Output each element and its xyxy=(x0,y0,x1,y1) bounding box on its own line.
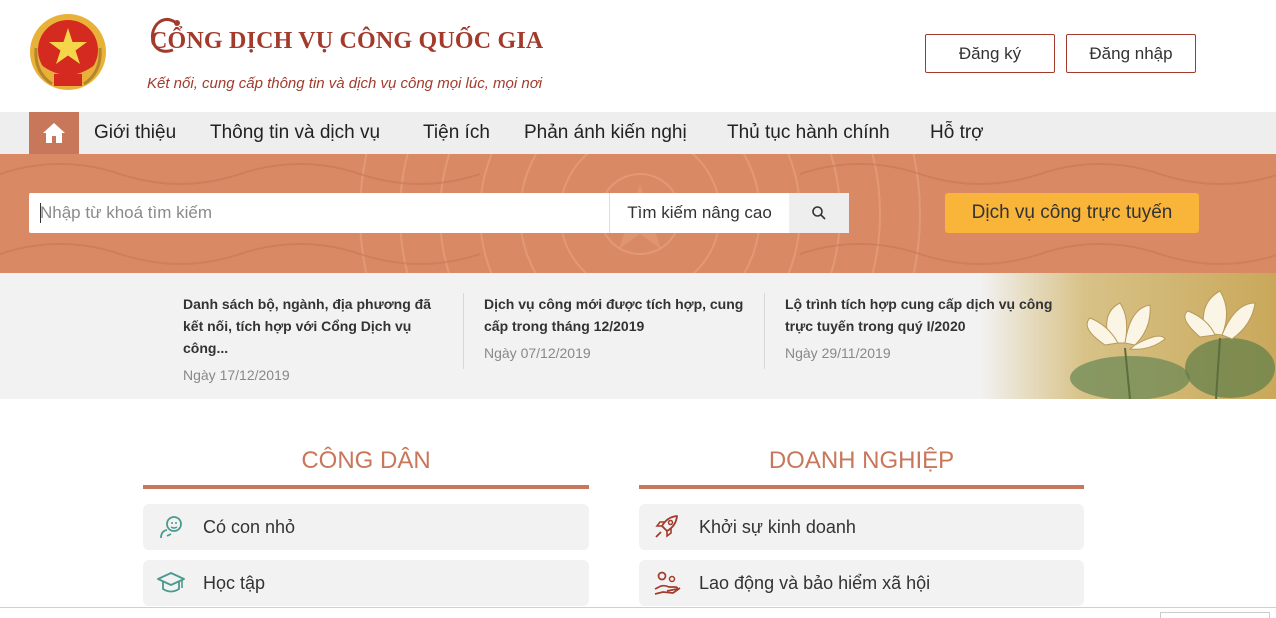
login-button[interactable]: Đăng nhập xyxy=(1066,34,1196,73)
search-banner: Tìm kiếm nâng cao Dịch vụ công trực tuyế… xyxy=(0,154,1276,273)
nav-home-button[interactable] xyxy=(29,112,79,154)
news-title[interactable]: Dịch vụ công mới được tích hợp, cung cấp… xyxy=(484,293,754,337)
card-label: Khởi sự kinh doanh xyxy=(699,517,856,537)
main-nav: Giới thiệu Thông tin và dịch vụ Tiện ích… xyxy=(0,112,1276,154)
citizen-section-title: CÔNG DÂN xyxy=(301,447,431,474)
floating-widget-edge[interactable] xyxy=(1160,612,1270,618)
register-button[interactable]: Đăng ký xyxy=(925,34,1055,73)
search-icon xyxy=(812,206,826,220)
news-date: Ngày 17/12/2019 xyxy=(183,367,290,383)
search-button[interactable] xyxy=(789,193,849,233)
news-title[interactable]: Danh sách bộ, ngành, địa phương đã kết n… xyxy=(183,293,453,359)
site-title: CỔNG DỊCH VỤ CÔNG QUỐC GIA xyxy=(150,28,544,54)
news-date: Ngày 29/11/2019 xyxy=(785,345,891,361)
online-services-button[interactable]: Dịch vụ công trực tuyến xyxy=(945,193,1199,233)
search-box: Tìm kiếm nâng cao xyxy=(29,193,849,233)
news-item[interactable]: Danh sách bộ, ngành, địa phương đã kết n… xyxy=(183,293,453,383)
news-title[interactable]: Lộ trình tích hợp cung cấp dịch vụ công … xyxy=(785,293,1055,337)
site-slogan: Kết nối, cung cấp thông tin và dịch vụ c… xyxy=(147,75,543,92)
citizen-card-co-con-nho[interactable]: Có con nhỏ xyxy=(143,504,589,550)
business-section-rule xyxy=(639,485,1084,489)
card-label: Học tập xyxy=(203,573,266,593)
nav-item-thu-tuc-hanh-chinh[interactable]: Thủ tục hành chính xyxy=(727,112,890,154)
rocket-icon xyxy=(655,515,678,538)
nav-item-gioi-thieu[interactable]: Giới thiệu xyxy=(94,112,176,154)
bottom-divider xyxy=(0,607,1276,608)
nav-item-ho-tro[interactable]: Hỗ trợ xyxy=(930,112,984,154)
site-header: CỔNG DỊCH VỤ CÔNG QUỐC GIA Kết nối, cung… xyxy=(0,0,1276,112)
baby-icon xyxy=(160,516,182,539)
citizen-section-rule xyxy=(143,485,589,489)
business-section-title: DOANH NGHIỆP xyxy=(768,447,955,474)
text-caret xyxy=(40,203,41,223)
news-item[interactable]: Dịch vụ công mới được tích hợp, cung cấp… xyxy=(484,293,754,361)
nav-item-tien-ich[interactable]: Tiện ích xyxy=(423,112,490,154)
business-card-lao-dong-bao-hiem[interactable]: Lao động và bảo hiểm xã hội xyxy=(639,560,1084,606)
news-divider xyxy=(463,293,464,369)
business-card-khoi-su-kinh-doanh[interactable]: Khởi sự kinh doanh xyxy=(639,504,1084,550)
card-label: Có con nhỏ xyxy=(203,517,296,537)
news-divider xyxy=(764,293,765,369)
news-strip: Danh sách bộ, ngành, địa phương đã kết n… xyxy=(0,273,1276,399)
advanced-search-button[interactable]: Tìm kiếm nâng cao xyxy=(609,193,789,233)
nav-item-thong-tin-dich-vu[interactable]: Thông tin và dịch vụ xyxy=(210,112,380,154)
card-label: Lao động và bảo hiểm xã hội xyxy=(699,573,931,593)
nav-item-phan-anh-kien-nghi[interactable]: Phản ánh kiến nghị xyxy=(524,112,687,154)
news-date: Ngày 07/12/2019 xyxy=(484,345,591,361)
worker-hand-icon xyxy=(654,571,681,595)
home-icon xyxy=(43,123,65,143)
citizen-card-hoc-tap[interactable]: Học tập xyxy=(143,560,589,606)
news-item[interactable]: Lộ trình tích hợp cung cấp dịch vụ công … xyxy=(785,293,1055,361)
graduation-cap-icon xyxy=(157,572,185,593)
national-emblem-icon[interactable] xyxy=(28,12,108,96)
search-input[interactable] xyxy=(29,193,609,233)
